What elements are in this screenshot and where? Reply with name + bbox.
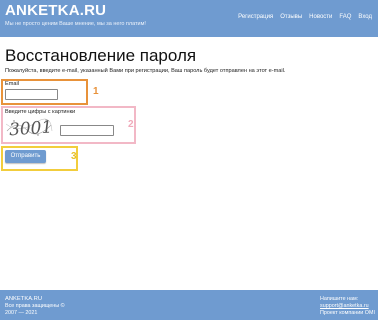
nav-news-link[interactable]: Новости [309, 14, 332, 20]
footer-rights: Все права защищены © [5, 302, 65, 309]
footer-left: ANKETKA.RU Все права защищены © 2007 — 2… [5, 296, 65, 316]
submit-button[interactable]: Отправить [5, 150, 46, 163]
captcha-label: Введите цифры с картинки [5, 109, 76, 115]
main-nav: Регистрация Отзывы Новости FAQ Вход [238, 14, 372, 20]
site-tagline: Мы не просто ценим Ваше мнение, мы за не… [5, 21, 146, 27]
footer-company: Проект компании OMI [320, 309, 375, 316]
email-field[interactable] [5, 89, 58, 100]
footer-years: 2007 — 2021 [5, 309, 38, 316]
nav-reviews-link[interactable]: Отзывы [280, 14, 302, 20]
site-header: ANKETKA.RU Мы не просто ценим Ваше мнени… [0, 0, 378, 37]
nav-login-link[interactable]: Вход [358, 14, 372, 20]
marker-3: 3 [71, 151, 77, 162]
marker-1: 1 [93, 86, 99, 97]
footer-contact-email[interactable]: support@anketka.ru [320, 303, 375, 310]
footer-contact-label: Напишите нам: [320, 296, 359, 302]
site-logo[interactable]: ANKETKA.RU [5, 2, 106, 19]
page-title: Восстановление пароля [5, 46, 197, 65]
captcha-text: 3001 [8, 117, 53, 139]
site-footer: ANKETKA.RU Все права защищены © 2007 — 2… [0, 290, 378, 320]
captcha-image: 3001 [5, 116, 53, 139]
email-label: Email [5, 81, 19, 87]
page-intro: Пожалуйста, введите e-mail, указанный Ва… [5, 68, 286, 74]
footer-brand: ANKETKA.RU [5, 296, 43, 302]
footer-right: Напишите нам: support@anketka.ru Проект … [320, 296, 375, 316]
nav-register-link[interactable]: Регистрация [238, 14, 273, 20]
marker-2: 2 [128, 119, 134, 130]
nav-faq-link[interactable]: FAQ [339, 14, 351, 20]
captcha-input[interactable] [60, 125, 114, 136]
